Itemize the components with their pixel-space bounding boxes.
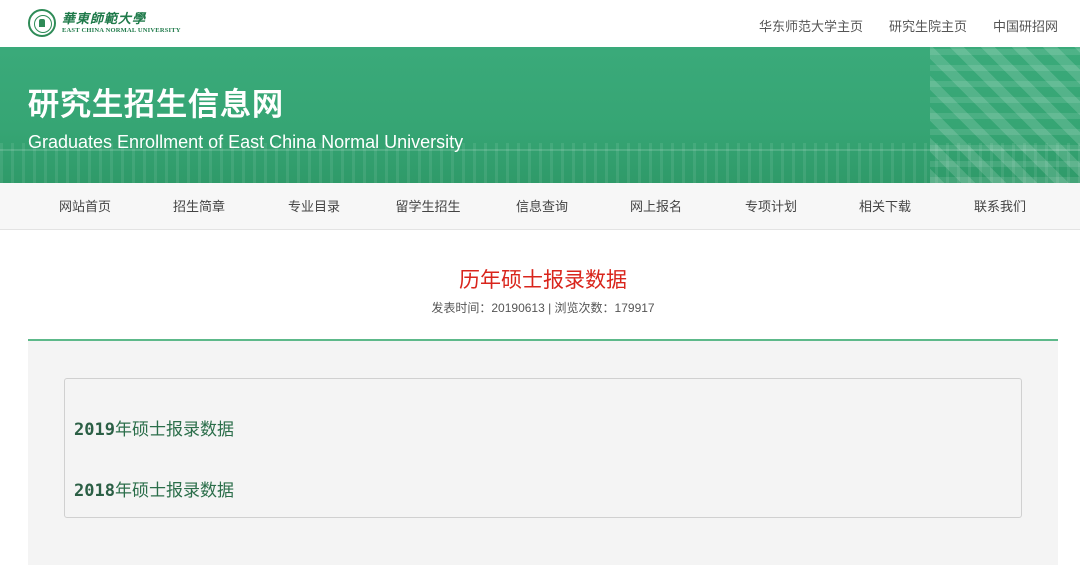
link-label: 年硕士报录数据 — [114, 481, 234, 501]
nav-item-home[interactable]: 网站首页 — [35, 183, 135, 230]
nav-item-catalog[interactable]: 专业目录 — [264, 183, 364, 230]
nav-item-intl[interactable]: 留学生招生 — [378, 183, 478, 230]
university-logo[interactable]: 華東師範大學 EAST CHINA NORMAL UNIVERSITY — [28, 9, 181, 37]
link-ecnu-home[interactable]: 华东师范大学主页 — [759, 16, 863, 35]
link-chsi-yz[interactable]: 中国研招网 — [993, 16, 1058, 35]
article-title: 历年硕士报录数据 — [459, 268, 627, 292]
site-banner: 研究生招生信息网 Graduates Enrollment of East Ch… — [0, 47, 1080, 183]
nav-item-apply[interactable]: 网上报名 — [606, 183, 706, 230]
site-subtitle: Graduates Enrollment of East China Norma… — [28, 132, 464, 152]
link-2019-data[interactable]: 2019年硕士报录数据 — [74, 415, 234, 440]
article-meta: 发表时间：20190613 | 浏览次数：179917 — [431, 301, 655, 315]
link-2018-data[interactable]: 2018年硕士报录数据 — [74, 476, 234, 501]
link-graduate-school-home[interactable]: 研究生院主页 — [889, 16, 967, 35]
link-label: 年硕士报录数据 — [114, 420, 234, 440]
nav-item-contact[interactable]: 联系我们 — [950, 183, 1050, 230]
top-bar: 華東師範大學 EAST CHINA NORMAL UNIVERSITY 华东师范… — [0, 0, 1080, 47]
logo-english-name: EAST CHINA NORMAL UNIVERSITY — [62, 26, 181, 34]
nav-item-special[interactable]: 专项计划 — [721, 183, 821, 230]
top-links: 华东师范大学主页 研究生院主页 中国研招网 — [759, 16, 1058, 35]
nav-item-query[interactable]: 信息查询 — [492, 183, 592, 230]
banner-building-facade — [930, 47, 1080, 183]
link-year: 2018 — [74, 481, 115, 501]
university-seal-icon — [28, 9, 56, 37]
nav-item-brochure[interactable]: 招生简章 — [149, 183, 249, 230]
logo-chinese-name: 華東師範大學 — [62, 11, 147, 27]
nav-item-downloads[interactable]: 相关下载 — [835, 183, 935, 230]
main-nav: 网站首页 招生简章 专业目录 留学生招生 信息查询 网上报名 专项计划 相关下载… — [0, 183, 1080, 230]
site-title: 研究生招生信息网 — [28, 87, 284, 123]
link-year: 2019 — [74, 420, 115, 440]
